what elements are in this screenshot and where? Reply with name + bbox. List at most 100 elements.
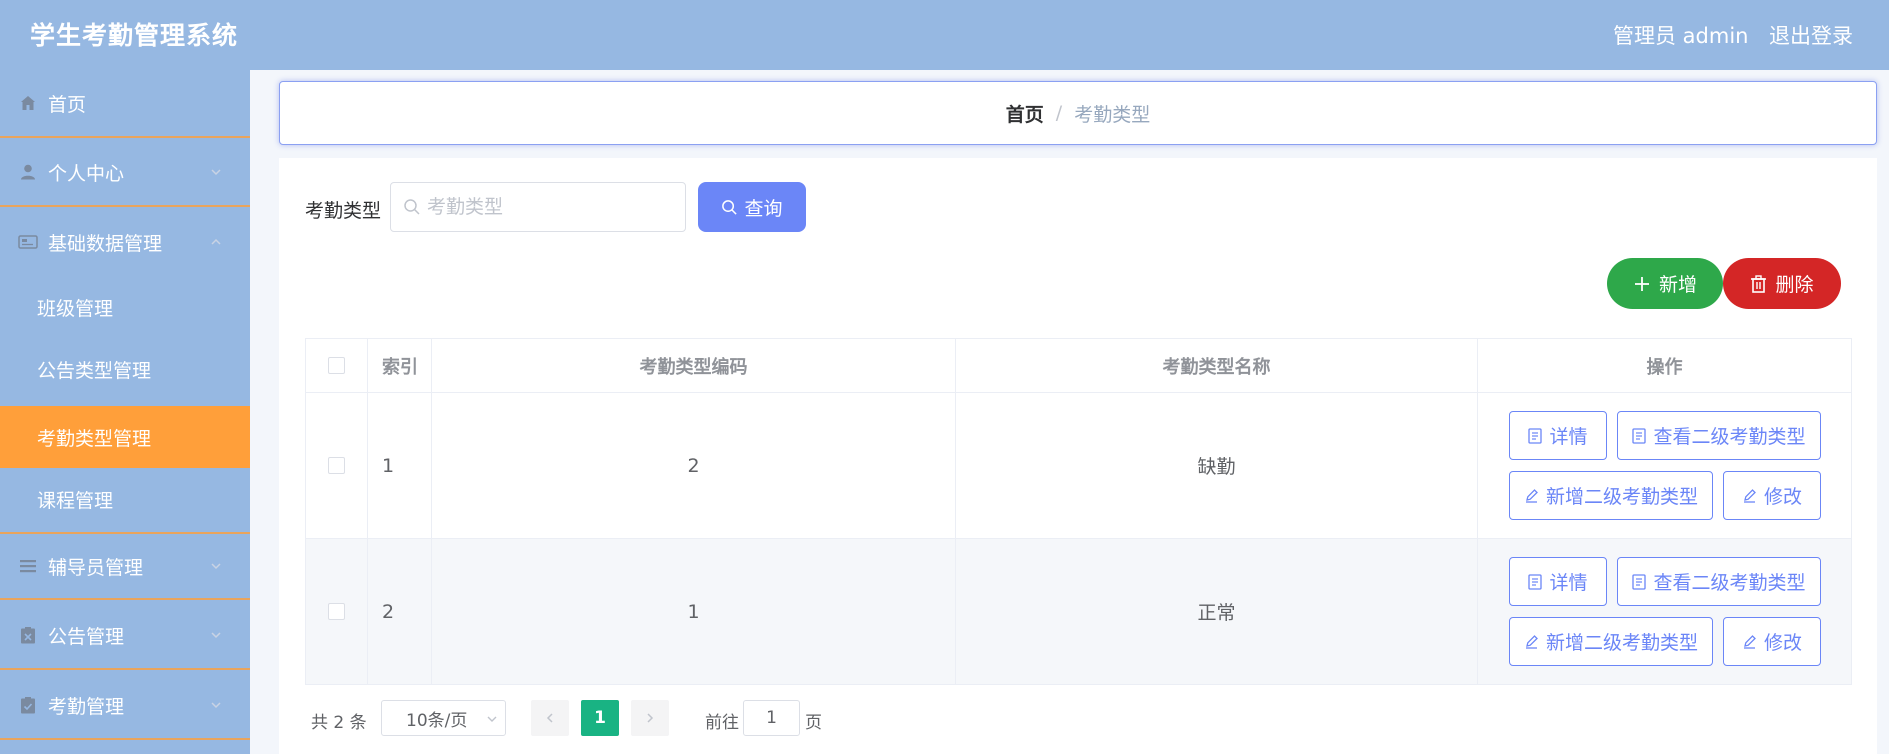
chevron-down-icon xyxy=(487,716,497,722)
add-sub-type-button[interactable]: 新增二级考勤类型 xyxy=(1509,617,1713,666)
sidebar-item-attendance[interactable]: 考勤管理 xyxy=(0,672,250,740)
cell-code: 1 xyxy=(432,539,956,684)
breadcrumb-current: 考勤类型 xyxy=(1074,103,1151,126)
cell-name: 正常 xyxy=(956,539,1478,684)
chevron-up-icon xyxy=(211,238,221,245)
view-sub-type-button[interactable]: 查看二级考勤类型 xyxy=(1617,557,1821,606)
search-input[interactable] xyxy=(427,191,677,223)
add-sub-type-label: 新增二级考勤类型 xyxy=(1545,632,1698,654)
user-icon xyxy=(18,162,38,182)
edit-icon xyxy=(1525,635,1538,649)
edit-icon xyxy=(1743,489,1756,503)
plus-icon xyxy=(1634,276,1649,291)
header-index: 索引 xyxy=(368,339,432,392)
table-row: 2 1 正常 详情 查看二级考勤类型 新增二级考勤类型 修改 xyxy=(306,539,1851,685)
top-header: 学生考勤管理系统 管理员 admin 退出登录 xyxy=(0,0,1889,70)
header-actions: 操作 xyxy=(1646,356,1683,378)
table-row: 1 2 缺勤 详情 查看二级考勤类型 新增二级考勤类型 修改 xyxy=(306,393,1851,539)
edit-button-label: 修改 xyxy=(1763,486,1802,508)
cell-index: 2 xyxy=(368,539,432,684)
page-size-select[interactable]: 10条/页 xyxy=(381,700,506,736)
sidebar-item-counselor[interactable]: 辅导员管理 xyxy=(0,532,250,600)
sidebar-sub-attendance-type[interactable]: 考勤类型管理 xyxy=(0,406,250,468)
row-checkbox[interactable] xyxy=(328,603,345,620)
sidebar-item-notice[interactable]: 公告管理 xyxy=(0,602,250,670)
breadcrumb-separator: / xyxy=(1055,102,1063,124)
add-button[interactable]: 新增 xyxy=(1607,258,1723,309)
attendance-type-table: 索引 考勤类型编码 考勤类型名称 操作 1 2 缺勤 详情 查看二级考勤类型 新… xyxy=(305,338,1852,685)
next-page-button[interactable] xyxy=(631,700,669,736)
row-checkbox-cell xyxy=(306,539,368,684)
pagination-total: 共 2 条 xyxy=(311,713,367,733)
search-icon xyxy=(722,199,738,215)
edit-icon xyxy=(1743,635,1756,649)
sidebar-item-basic-data[interactable]: 基础数据管理 xyxy=(0,208,250,276)
edit-button[interactable]: 修改 xyxy=(1723,471,1821,520)
current-user: 管理员 admin xyxy=(1613,24,1749,48)
sidebar-sub-course[interactable]: 课程管理 xyxy=(0,468,250,530)
sidebar-item-home[interactable]: 首页 xyxy=(0,70,250,138)
detail-button-label: 详情 xyxy=(1549,426,1588,448)
search-label: 考勤类型 xyxy=(305,200,382,222)
sidebar-sub-notice-type[interactable]: 公告类型管理 xyxy=(0,338,250,400)
row-checkbox[interactable] xyxy=(328,457,345,474)
page-number-current[interactable]: 1 xyxy=(581,700,619,736)
cell-actions: 详情 查看二级考勤类型 新增二级考勤类型 修改 xyxy=(1478,393,1851,538)
trash-icon xyxy=(1751,274,1767,293)
view-sub-type-button[interactable]: 查看二级考勤类型 xyxy=(1617,411,1821,460)
sidebar-item-personal-center[interactable]: 个人中心 xyxy=(0,139,250,207)
delete-button-label: 删除 xyxy=(1775,274,1814,296)
cell-code: 2 xyxy=(432,393,956,538)
clipboard-x-icon xyxy=(18,625,38,645)
page-unit-label: 页 xyxy=(805,713,822,733)
table-header-row: 索引 考勤类型编码 考勤类型名称 操作 xyxy=(306,339,1851,393)
goto-page-input[interactable] xyxy=(743,700,800,736)
search-field[interactable] xyxy=(390,182,686,232)
clipboard-check-icon xyxy=(18,695,38,715)
sidebar: 首页 个人中心 基础数据管理 班级管理 公告类型管理 考勤类型管理 课程管理 辅… xyxy=(0,70,250,754)
view-sub-type-label: 查看二级考勤类型 xyxy=(1653,572,1806,594)
add-sub-type-label: 新增二级考勤类型 xyxy=(1545,486,1698,508)
sidebar-item-label: 辅导员管理 xyxy=(48,556,144,579)
edit-button-label: 修改 xyxy=(1763,632,1802,654)
row-checkbox-cell xyxy=(306,393,368,538)
document-icon xyxy=(1528,427,1543,444)
detail-button[interactable]: 详情 xyxy=(1509,557,1607,606)
breadcrumb-home[interactable]: 首页 xyxy=(1006,100,1044,127)
view-sub-type-label: 查看二级考勤类型 xyxy=(1653,426,1806,448)
header-name: 考勤类型名称 xyxy=(956,339,1478,392)
search-icon xyxy=(404,199,420,215)
delete-button[interactable]: 删除 xyxy=(1723,258,1841,309)
goto-label: 前往 xyxy=(705,713,739,733)
cell-index: 1 xyxy=(368,393,432,538)
page-size-value: 10条/页 xyxy=(406,710,468,731)
chevron-left-icon xyxy=(546,713,553,723)
cell-name: 缺勤 xyxy=(956,393,1478,538)
edit-icon xyxy=(1525,489,1538,503)
sidebar-item-label: 个人中心 xyxy=(48,162,125,185)
list-icon xyxy=(18,556,38,576)
chevron-down-icon xyxy=(211,563,221,570)
sidebar-sub-class[interactable]: 班级管理 xyxy=(0,276,250,338)
detail-button-label: 详情 xyxy=(1549,572,1588,594)
cell-actions: 详情 查看二级考勤类型 新增二级考勤类型 修改 xyxy=(1478,539,1851,684)
add-sub-type-button[interactable]: 新增二级考勤类型 xyxy=(1509,471,1713,520)
home-icon xyxy=(18,93,38,113)
edit-button[interactable]: 修改 xyxy=(1723,617,1821,666)
sidebar-item-label: 考勤管理 xyxy=(48,695,125,718)
query-button[interactable]: 查询 xyxy=(698,182,806,232)
breadcrumb: 首页 / 考勤类型 xyxy=(279,81,1877,145)
document-icon xyxy=(1632,573,1647,590)
query-button-label: 查询 xyxy=(744,197,783,220)
prev-page-button[interactable] xyxy=(531,700,569,736)
app-title: 学生考勤管理系统 xyxy=(30,21,239,50)
logout-link[interactable]: 退出登录 xyxy=(1769,20,1853,50)
detail-button[interactable]: 详情 xyxy=(1509,411,1607,460)
chevron-down-icon xyxy=(211,702,221,709)
sidebar-item-label: 基础数据管理 xyxy=(48,232,163,255)
chevron-right-icon xyxy=(647,713,654,723)
sidebar-item-label: 首页 xyxy=(48,93,87,116)
sidebar-item-label: 公告管理 xyxy=(48,625,125,648)
select-all-checkbox[interactable] xyxy=(328,357,345,374)
document-icon xyxy=(1632,427,1647,444)
